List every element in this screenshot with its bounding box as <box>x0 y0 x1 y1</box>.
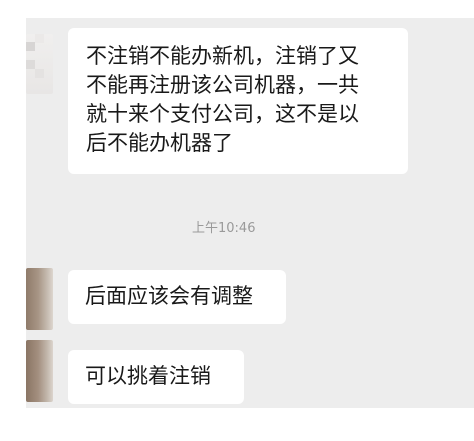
message-bubble[interactable]: 可以挑着注销 <box>68 350 244 404</box>
message-timestamp: 上午10:46 <box>192 221 256 236</box>
message-text-line: 后不能办机器了 <box>86 131 233 155</box>
message-text: 后面应该会有调整 <box>85 284 253 308</box>
sender-avatar[interactable] <box>26 268 53 330</box>
sender-avatar[interactable] <box>26 34 53 94</box>
message-text-line: 不能再注册该公司机器，一共 <box>86 73 359 97</box>
message-text: 可以挑着注销 <box>85 364 211 388</box>
sender-avatar[interactable] <box>26 340 53 402</box>
message-text-line: 就十来个支付公司，这不是以 <box>86 102 359 126</box>
message-text-line: 不注销不能办新机，注销了又 <box>86 44 359 68</box>
message-bubble[interactable]: 后面应该会有调整 <box>68 270 286 324</box>
message-bubble[interactable]: 不注销不能办新机，注销了又 不能再注册该公司机器，一共 就十来个支付公司，这不是… <box>68 28 408 174</box>
chat-message-area[interactable]: 不注销不能办新机，注销了又 不能再注册该公司机器，一共 就十来个支付公司，这不是… <box>26 18 474 408</box>
